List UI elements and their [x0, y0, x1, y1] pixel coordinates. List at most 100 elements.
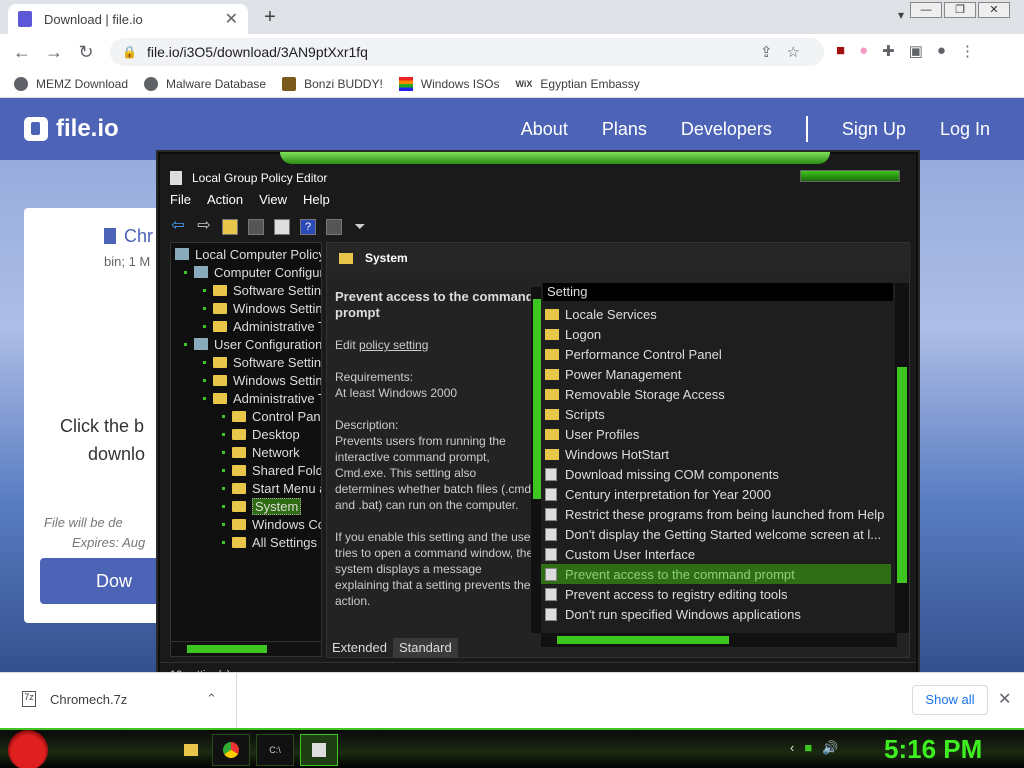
list-item[interactable]: Restrict these programs from being launc…	[541, 504, 891, 524]
tree-node[interactable]: Windows Co	[232, 515, 321, 533]
extension-flag-icon[interactable]: ●	[859, 42, 868, 60]
tree-expander[interactable]	[184, 343, 187, 346]
tab-extended[interactable]: Extended	[326, 638, 393, 658]
close-icon[interactable]: ✕	[998, 689, 1011, 709]
list-item[interactable]: Locale Services	[541, 304, 891, 324]
list-item[interactable]: Prevent access to registry editing tools	[541, 584, 891, 604]
tree-node[interactable]: System	[232, 497, 302, 515]
nav-sign-up[interactable]: Sign Up	[842, 119, 906, 140]
start-button-angry-bird-icon[interactable]	[8, 730, 48, 768]
kebab-menu-icon[interactable]: ⋮	[960, 42, 975, 60]
minimize-button[interactable]: —	[910, 2, 942, 18]
file-explorer-icon[interactable]	[172, 734, 210, 766]
list-item[interactable]: Logon	[541, 324, 891, 344]
chrome-icon[interactable]	[212, 734, 250, 766]
menu-action[interactable]: Action	[207, 192, 243, 212]
profile-avatar-icon[interactable]: ●	[937, 42, 946, 60]
tree-node[interactable]: Windows Settin	[213, 371, 321, 389]
address-bar[interactable]: 🔒 file.io/i3O5/download/3AN9ptXxr1fq ⇪☆	[110, 38, 824, 66]
list-item[interactable]: Windows HotStart	[541, 444, 891, 464]
tree-node[interactable]: Network	[232, 443, 300, 461]
list-item[interactable]: Don't run specified Windows applications	[541, 604, 891, 624]
tree-expander[interactable]	[184, 271, 187, 274]
tree-node[interactable]: Windows Settin	[213, 299, 321, 317]
list-item[interactable]: Prevent access to the command prompt	[541, 564, 891, 584]
tree-node[interactable]: Administrative T	[213, 389, 321, 407]
puzzle-icon[interactable]: ✚	[882, 42, 895, 60]
taskbar-clock[interactable]: 5:16 PM	[884, 734, 982, 765]
list-item[interactable]: Removable Storage Access	[541, 384, 891, 404]
tree-expander[interactable]	[203, 361, 206, 364]
tree-expander[interactable]	[203, 289, 206, 292]
tree-expander[interactable]	[222, 451, 225, 454]
tree-node[interactable]: All Settings	[232, 533, 317, 551]
tree-node[interactable]: Local Computer Policy	[175, 245, 321, 263]
export-list-icon[interactable]	[274, 219, 290, 235]
back-icon[interactable]: ⇦	[170, 218, 186, 235]
scroll-thumb[interactable]	[557, 636, 729, 644]
properties-icon[interactable]	[326, 219, 342, 235]
bookmark-malware-database[interactable]: Malware Database	[144, 76, 266, 91]
tree-expander[interactable]	[222, 505, 225, 508]
list-horizontal-scrollbar[interactable]	[541, 633, 897, 647]
site-logo[interactable]: file.io	[24, 115, 119, 143]
scroll-thumb[interactable]	[533, 299, 541, 499]
tree-node[interactable]: Shared Fold	[232, 461, 321, 479]
tab-standard[interactable]: Standard	[392, 638, 458, 658]
scroll-thumb[interactable]	[897, 367, 907, 583]
up-folder-icon[interactable]	[222, 219, 238, 235]
tree-expander[interactable]	[222, 433, 225, 436]
lock-icon[interactable]: 🔒	[122, 45, 137, 59]
close-window-button[interactable]: ✕	[978, 2, 1010, 18]
chevron-up-icon[interactable]: ⌃	[206, 691, 217, 707]
bookmark-egyptian-embassy[interactable]: WiX Egyptian Embassy	[515, 77, 639, 91]
column-header-setting[interactable]: Setting	[543, 283, 893, 301]
nav-log-in[interactable]: Log In	[940, 119, 990, 140]
menu-file[interactable]: File	[170, 192, 191, 212]
menu-help[interactable]: Help	[303, 192, 330, 212]
list-item[interactable]: Download missing COM components	[541, 464, 891, 484]
tree-expander[interactable]	[203, 397, 206, 400]
extension-shield-icon[interactable]: ■	[836, 42, 845, 60]
tree-expander[interactable]	[222, 541, 225, 544]
filter-icon[interactable]: ⏷	[352, 219, 368, 235]
forward-arrow-icon[interactable]: →	[38, 42, 70, 63]
tree-node[interactable]: Control Pane	[232, 407, 321, 425]
volume-icon[interactable]: 🔊	[822, 740, 838, 756]
download-item[interactable]: 7z Chromech.7z	[22, 691, 127, 707]
settings-list[interactable]: Setting Locale Services Logon Performance …	[541, 283, 897, 633]
bookmark-bonzi[interactable]: Bonzi BUDDY!	[282, 76, 383, 91]
tree-node[interactable]: Start Menu a	[232, 479, 321, 497]
list-item[interactable]: Power Management	[541, 364, 891, 384]
gpedit-taskbar-icon[interactable]	[300, 734, 338, 766]
list-item[interactable]: Scripts	[541, 404, 891, 424]
help-icon[interactable]: ?	[300, 219, 316, 235]
nav-about[interactable]: About	[521, 119, 568, 140]
close-tab-icon[interactable]: ✕	[225, 9, 238, 29]
reload-icon[interactable]: ↻	[70, 42, 102, 63]
share-star-icons[interactable]: ⇪☆	[760, 43, 814, 61]
nav-plans[interactable]: Plans	[602, 119, 647, 140]
tree-expander[interactable]	[222, 523, 225, 526]
list-item[interactable]: Century interpretation for Year 2000	[541, 484, 891, 504]
tree-expander[interactable]	[222, 415, 225, 418]
edit-policy-link[interactable]: policy setting	[359, 338, 428, 352]
cmd-icon[interactable]: C:\	[256, 734, 294, 766]
scroll-thumb[interactable]	[187, 645, 267, 653]
list-item[interactable]: Performance Control Panel	[541, 344, 891, 364]
back-arrow-icon[interactable]: ←	[6, 42, 38, 63]
tray-chevron-icon[interactable]: ‹	[790, 740, 794, 756]
sidepanel-icon[interactable]: ▣	[909, 42, 923, 60]
new-tab-button[interactable]: +	[260, 6, 280, 29]
tree-node[interactable]: Computer Configura	[194, 263, 321, 281]
tree-expander[interactable]	[222, 487, 225, 490]
menu-view[interactable]: View	[259, 192, 287, 212]
browser-tab[interactable]: Download | file.io ✕	[8, 4, 248, 34]
show-hide-tree-icon[interactable]	[248, 219, 264, 235]
show-all-button[interactable]: Show all	[912, 685, 988, 715]
window-buttons[interactable]	[800, 170, 900, 182]
tree-node[interactable]: User Configuration	[194, 335, 321, 353]
list-item[interactable]: Don't display the Getting Started welcom…	[541, 524, 891, 544]
tree-horizontal-scrollbar[interactable]	[170, 641, 322, 657]
forward-icon[interactable]: ⇨	[196, 218, 212, 235]
